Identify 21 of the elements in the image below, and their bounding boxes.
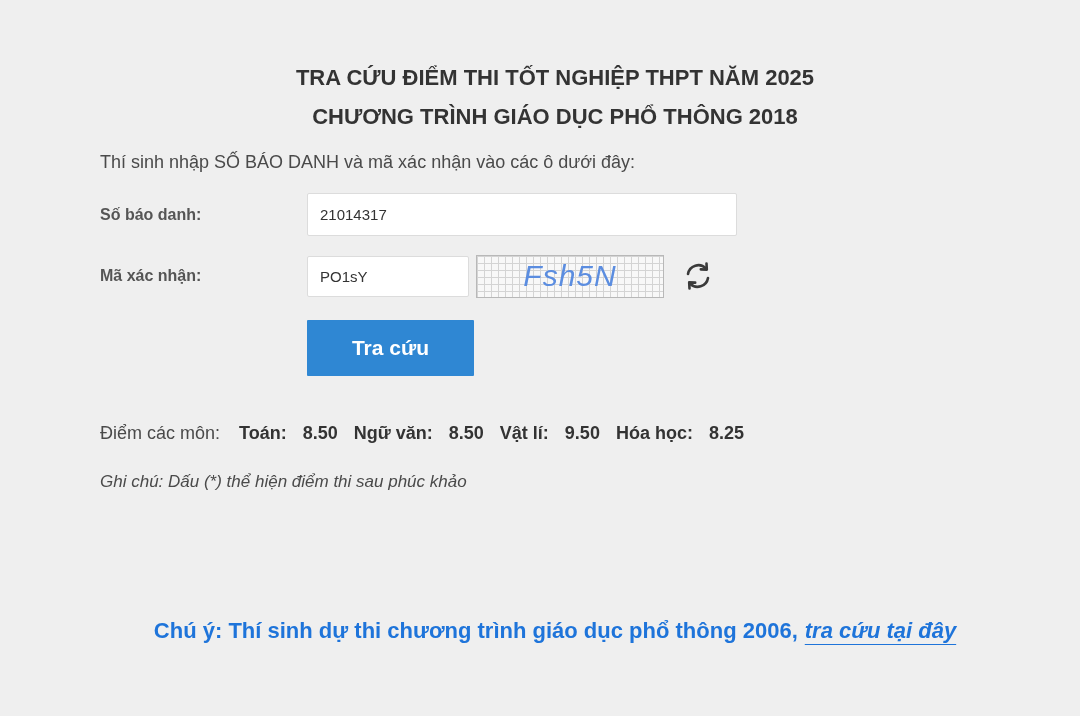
captcha-image: Fsh5N [476,254,664,298]
field-label: Số báo danh: [100,204,202,225]
scores-label: Điểm các môn: [100,422,221,445]
captcha-input-field[interactable]: PO1sY [307,255,469,297]
field-label: Mã xác nhận: [100,266,202,286]
subject-label: Vật lí: [499,422,549,445]
search-button[interactable]: Tra cứu [307,320,474,376]
subject-label: Toán: [239,422,287,445]
input-field[interactable]: 21014317 [307,193,737,236]
subject-label: Hóa học: [615,422,693,445]
instruction-text: Thí sinh nhập SỐ BÁO DANH và mã xác nhận vào các ô dưới đây: [100,150,636,174]
note-text: Ghi chú: Dấu (*) thể hiện điểm thi sau phúc khảo [100,471,467,493]
notice-link[interactable]: tra cứu tại đây [804,615,957,647]
score-value: 9.50 [564,422,600,445]
score-value: 8.50 [302,422,338,445]
title-line: CHƯƠNG TRÌNH GIÁO DỤC PHỔ THÔNG 2018 [312,103,798,131]
score-value: 8.50 [448,422,484,445]
subject-label: Ngữ văn: [353,422,433,445]
title-line: TRA CỨU ĐIỂM THI TỐT NGHIỆP THPT NĂM 2025 [295,64,815,92]
notice-text: Chú ý: Thí sinh dự thi chương trình giáo dục phổ thông 2006, [153,617,798,645]
score-value: 8.25 [708,422,744,445]
